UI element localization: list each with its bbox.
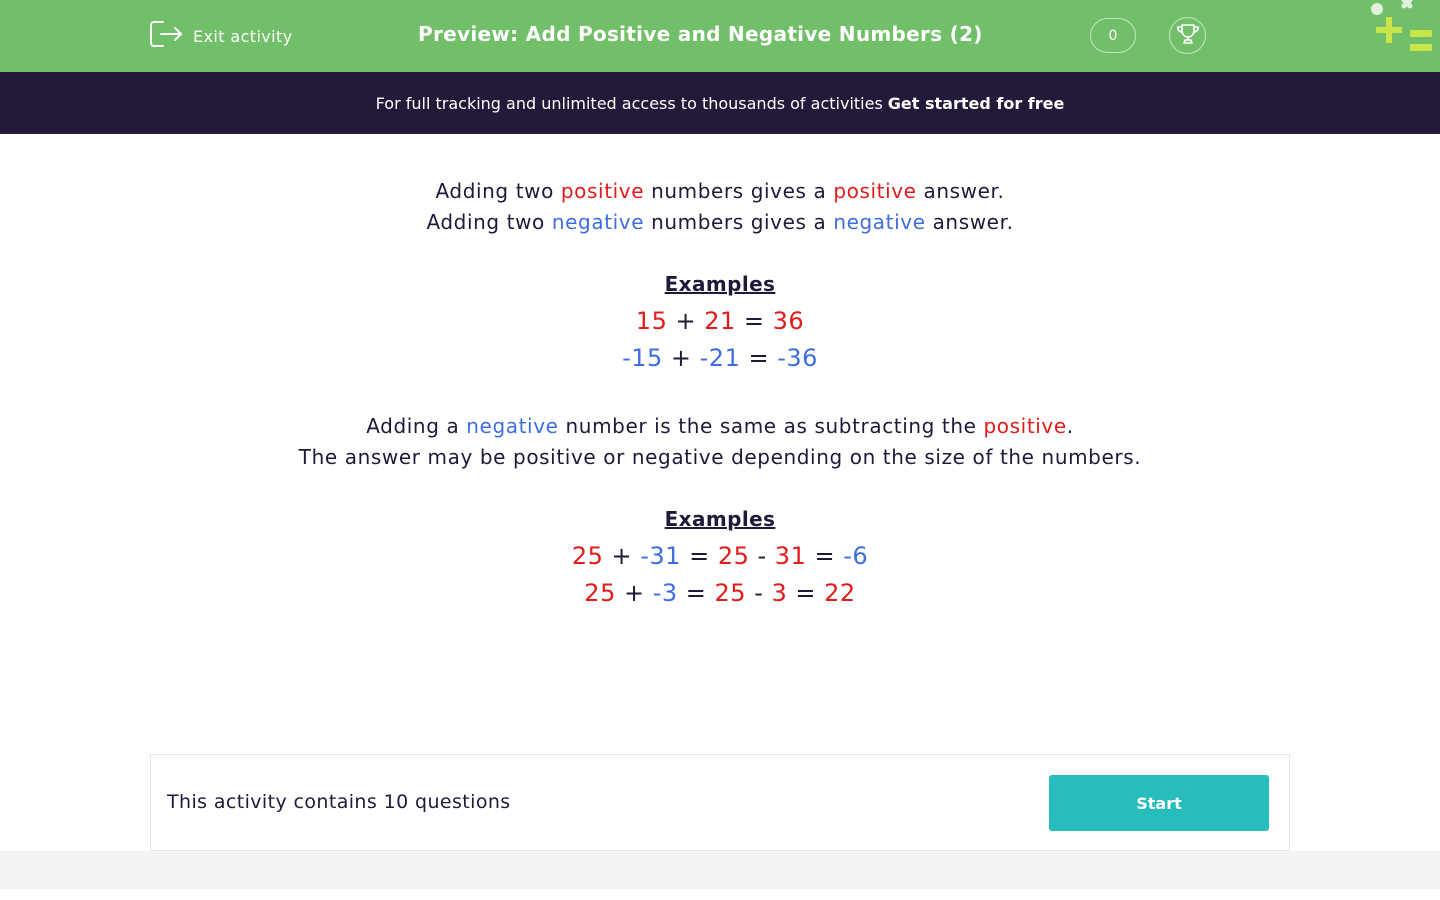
rule-text: . — [1066, 414, 1074, 438]
rule-text: Adding a — [366, 414, 467, 438]
operator: - — [746, 579, 772, 607]
lesson-content: Adding two positive numbers gives a posi… — [0, 176, 1440, 612]
negative-word: negative — [466, 414, 559, 438]
rule-text: Adding two — [435, 179, 561, 203]
number: 15 — [635, 307, 668, 335]
rule-text: numbers gives a — [644, 210, 834, 234]
start-button[interactable]: Start — [1049, 775, 1269, 831]
promo-banner: For full tracking and unlimited access t… — [0, 72, 1440, 134]
number: 21 — [704, 307, 736, 335]
examples-heading: Examples — [664, 507, 776, 531]
operator: = — [787, 579, 825, 607]
operator: = — [735, 307, 773, 335]
operator: = — [680, 542, 718, 570]
number: 3 — [771, 579, 788, 607]
negative-word: negative — [551, 210, 645, 234]
rule-text: numbers gives a — [644, 179, 834, 203]
score-badge: 0 — [1090, 18, 1136, 53]
number: 25 — [714, 579, 747, 607]
number: -15 — [622, 344, 663, 372]
example-equation: 15 + 21 = 36 — [0, 303, 1440, 340]
number: 36 — [772, 307, 805, 335]
example-equation: -15 + -21 = -36 — [0, 340, 1440, 377]
number: 25 — [571, 542, 604, 570]
exit-icon — [149, 19, 183, 53]
operator: + — [603, 542, 641, 570]
operator: = — [740, 344, 778, 372]
number: 22 — [824, 579, 856, 607]
example-equation: 25 + -3 = 25 - 3 = 22 — [0, 575, 1440, 612]
operator: = — [806, 542, 844, 570]
number: 25 — [717, 542, 750, 570]
rule-adding-negative: Adding a negative number is the same as … — [0, 411, 1440, 442]
exit-activity-label: Exit activity — [193, 26, 293, 46]
exit-activity-button[interactable]: Exit activity — [149, 20, 293, 52]
examples-heading: Examples — [664, 272, 776, 296]
positive-word: positive — [560, 179, 645, 203]
plus-equals-logo — [1366, 0, 1440, 60]
rule-positive: Adding two positive numbers gives a posi… — [0, 176, 1440, 207]
activity-start-card: This activity contains 10 questions Star… — [150, 754, 1290, 851]
number: -31 — [640, 542, 681, 570]
trophy-button[interactable] — [1169, 17, 1206, 54]
top-bar: Exit activity Preview: Add Positive and … — [0, 0, 1440, 72]
number: -21 — [699, 344, 741, 372]
rule-text: Adding two — [426, 210, 552, 234]
number: 31 — [774, 542, 807, 570]
operator: = — [677, 579, 715, 607]
question-count-text: This activity contains 10 questions — [167, 791, 511, 813]
operator: + — [615, 579, 653, 607]
rule-negative: Adding two negative numbers gives a nega… — [0, 207, 1440, 238]
operator: + — [667, 307, 705, 335]
rule-text: number is the same as subtracting the — [558, 414, 984, 438]
number: -3 — [652, 579, 678, 607]
rule-answer-sign: The answer may be positive or negative d… — [298, 445, 1142, 469]
rule-text: answer. — [925, 210, 1014, 234]
promo-text: For full tracking and unlimited access t… — [375, 93, 883, 113]
example-equation: 25 + -31 = 25 - 31 = -6 — [0, 538, 1440, 575]
bottom-strip — [0, 851, 1440, 889]
operator: + — [662, 344, 700, 372]
number: -6 — [843, 542, 869, 570]
positive-word: positive — [833, 179, 917, 203]
rule-text: answer. — [916, 179, 1005, 203]
number: -36 — [777, 344, 818, 372]
operator: - — [749, 542, 775, 570]
positive-word: positive — [983, 414, 1067, 438]
negative-word: negative — [833, 210, 926, 234]
get-started-link[interactable]: Get started for free — [888, 94, 1065, 113]
number: 25 — [584, 579, 616, 607]
page-title: Preview: Add Positive and Negative Numbe… — [418, 22, 983, 46]
trophy-icon — [1176, 23, 1200, 49]
